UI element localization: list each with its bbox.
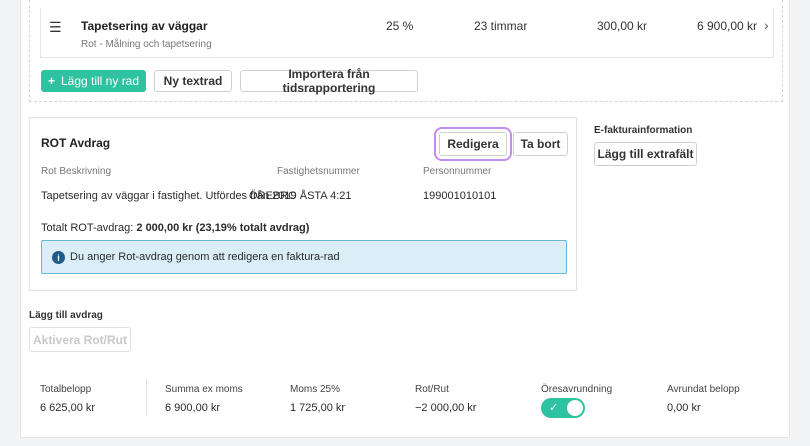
rot-info-text: Du anger Rot-avdrag genom att redigera e… bbox=[70, 251, 340, 263]
new-textrow-button[interactable]: Ny textrad bbox=[154, 70, 232, 92]
add-extrafield-button[interactable]: Lägg till extrafält bbox=[594, 142, 697, 166]
summary-vat-value: 1 725,00 kr bbox=[290, 402, 346, 414]
invoice-panel: ☰ Tapetsering av väggar Rot - Målning oc… bbox=[20, 0, 790, 438]
row-title: Tapetsering av väggar bbox=[81, 19, 208, 33]
row-subtitle: Rot - Målning och tapetsering bbox=[81, 39, 212, 50]
summary-exvat-label: Summa ex moms bbox=[165, 384, 243, 395]
summary-rotrut-value: −2 000,00 kr bbox=[415, 402, 477, 414]
summary-rounded-value: 0,00 kr bbox=[667, 402, 701, 414]
summary-rounding-label: Öresavrundning bbox=[541, 384, 613, 395]
invoice-row[interactable]: ☰ Tapetsering av väggar Rot - Målning oc… bbox=[40, 8, 774, 58]
summary-rounded-label: Avrundat belopp bbox=[667, 384, 740, 395]
summary-exvat-value: 6 900,00 kr bbox=[165, 402, 221, 414]
rot-total: Totalt ROT-avdrag: 2 000,00 kr (23,19% t… bbox=[41, 222, 309, 234]
rot-description-header: Rot Beskrivning bbox=[41, 166, 112, 177]
summary-total-label: Totalbelopp bbox=[40, 384, 92, 395]
rot-person-value: 199001010101 bbox=[423, 190, 497, 202]
rot-card: ROT Avdrag Redigera Ta bort Rot Beskrivn… bbox=[29, 117, 577, 291]
row-discount: 25 % bbox=[386, 19, 414, 33]
summary-vat-label: Moms 25% bbox=[290, 384, 341, 395]
edit-rot-button[interactable]: Redigera bbox=[434, 127, 512, 161]
drag-handle-icon[interactable]: ☰ bbox=[49, 19, 62, 36]
rot-property-header: Fastighetsnummer bbox=[277, 166, 360, 177]
efaktura-label: E-fakturainformation bbox=[594, 125, 693, 136]
row-quantity: 23 timmar bbox=[474, 19, 528, 33]
summary-divider bbox=[146, 380, 147, 416]
rot-total-value: 2 000,00 kr (23,19% totalt avdrag) bbox=[136, 222, 310, 234]
plus-icon: + bbox=[47, 74, 55, 88]
add-row-label: Lägg till ny rad bbox=[60, 74, 140, 88]
summary-rotrut-label: Rot/Rut bbox=[415, 384, 449, 395]
rot-total-prefix: Totalt ROT-avdrag: bbox=[41, 222, 134, 234]
rounding-toggle[interactable]: ✓ bbox=[541, 398, 585, 418]
info-icon: i bbox=[52, 251, 65, 264]
add-deduction-label: Lägg till avdrag bbox=[29, 310, 103, 321]
toggle-knob bbox=[567, 400, 583, 416]
rot-info-alert: i Du anger Rot-avdrag genom att redigera… bbox=[41, 240, 567, 274]
check-icon: ✓ bbox=[549, 402, 559, 414]
import-timereport-button[interactable]: Importera från tidsrapportering bbox=[240, 67, 418, 95]
rot-title: ROT Avdrag bbox=[41, 136, 111, 150]
add-row-button[interactable]: + Lägg till ny rad bbox=[41, 70, 146, 92]
summary-total-value: 6 625,00 kr bbox=[40, 402, 96, 414]
chevron-right-icon[interactable]: › bbox=[764, 17, 769, 33]
invoice-rows-area: ☰ Tapetsering av väggar Rot - Målning oc… bbox=[29, 0, 783, 102]
row-total: 6 900,00 kr bbox=[697, 19, 758, 33]
rot-person-header: Personnummer bbox=[423, 166, 492, 177]
row-price: 300,00 kr bbox=[597, 19, 648, 33]
activate-rotrut-button[interactable]: Aktivera Rot/Rut bbox=[29, 327, 131, 352]
rot-property-value: ÖREBRO ÅSTA 4:21 bbox=[249, 190, 352, 202]
remove-rot-button[interactable]: Ta bort bbox=[513, 132, 568, 156]
